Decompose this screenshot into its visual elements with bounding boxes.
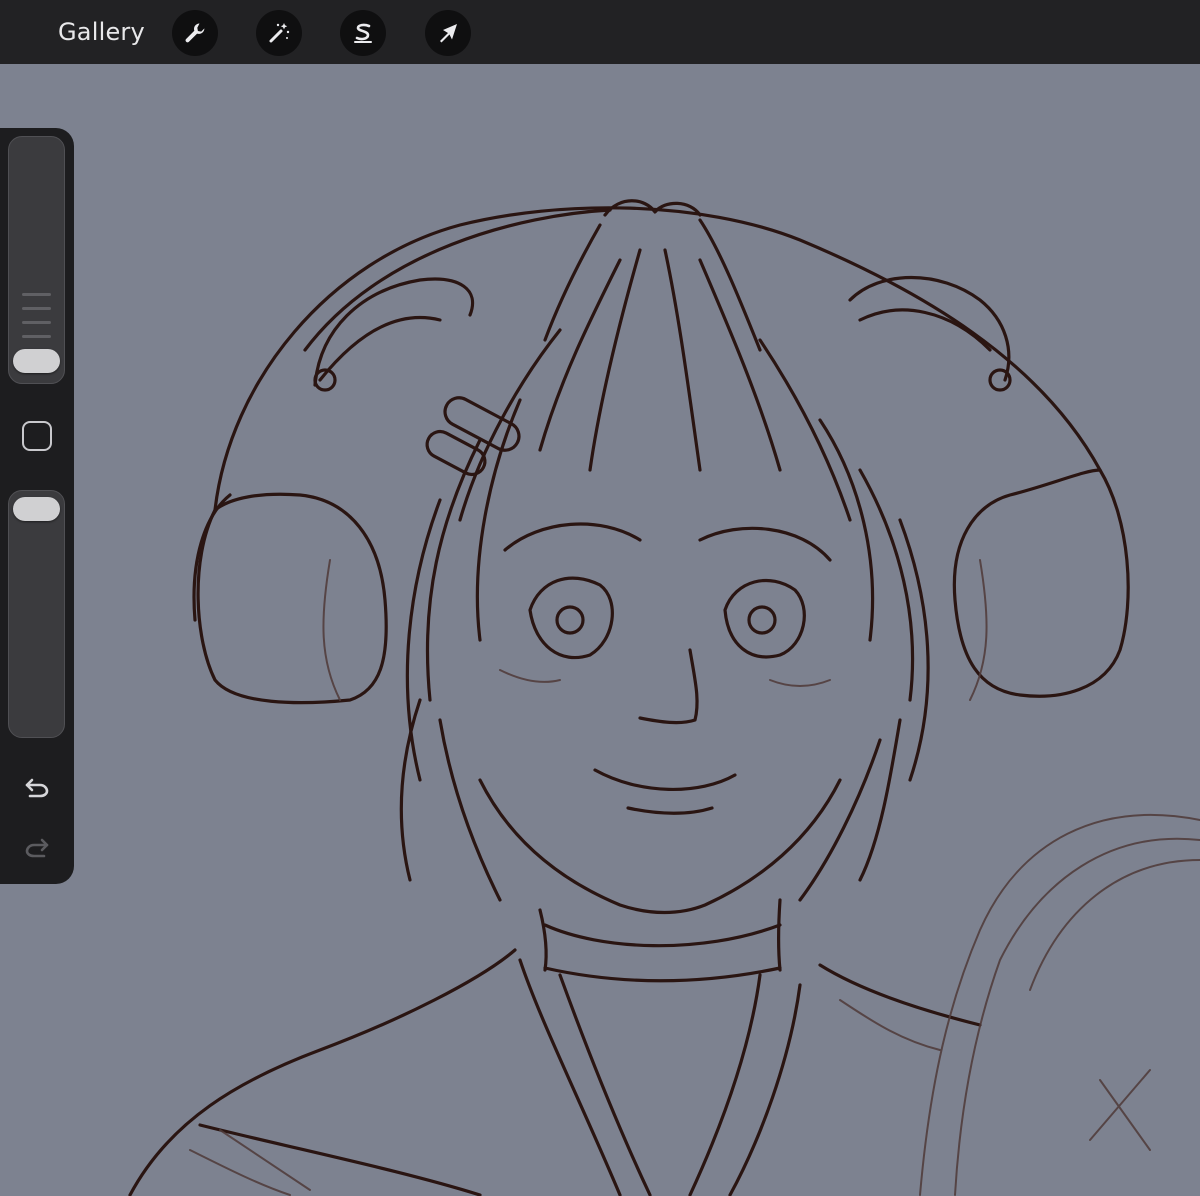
gallery-button[interactable]: Gallery: [58, 18, 145, 46]
slider-tick: [22, 307, 51, 310]
undo-button[interactable]: [18, 768, 56, 806]
opacity-slider[interactable]: [8, 490, 65, 738]
left-sidebar: [0, 128, 74, 884]
modify-button[interactable]: [22, 421, 52, 451]
selection-button[interactable]: [340, 10, 386, 56]
magic-wand-icon: [269, 23, 290, 43]
wrench-icon: [185, 23, 205, 43]
selection-s-icon: [354, 23, 372, 43]
redo-icon: [25, 838, 49, 858]
actions-button[interactable]: [172, 10, 218, 56]
brush-size-slider[interactable]: [8, 136, 65, 384]
top-toolbar: Gallery: [0, 0, 1200, 64]
opacity-thumb[interactable]: [13, 497, 60, 521]
brush-size-thumb[interactable]: [13, 349, 60, 373]
transform-button[interactable]: [425, 10, 471, 56]
line-art-sketch: [128, 199, 1200, 1196]
slider-tick: [22, 321, 51, 324]
arrow-cursor-icon: [440, 24, 457, 43]
slider-tick: [22, 335, 51, 338]
drawing-canvas[interactable]: [0, 64, 1200, 1196]
redo-button[interactable]: [18, 828, 56, 866]
undo-icon: [25, 778, 49, 798]
slider-tick: [22, 293, 51, 296]
adjustments-button[interactable]: [256, 10, 302, 56]
